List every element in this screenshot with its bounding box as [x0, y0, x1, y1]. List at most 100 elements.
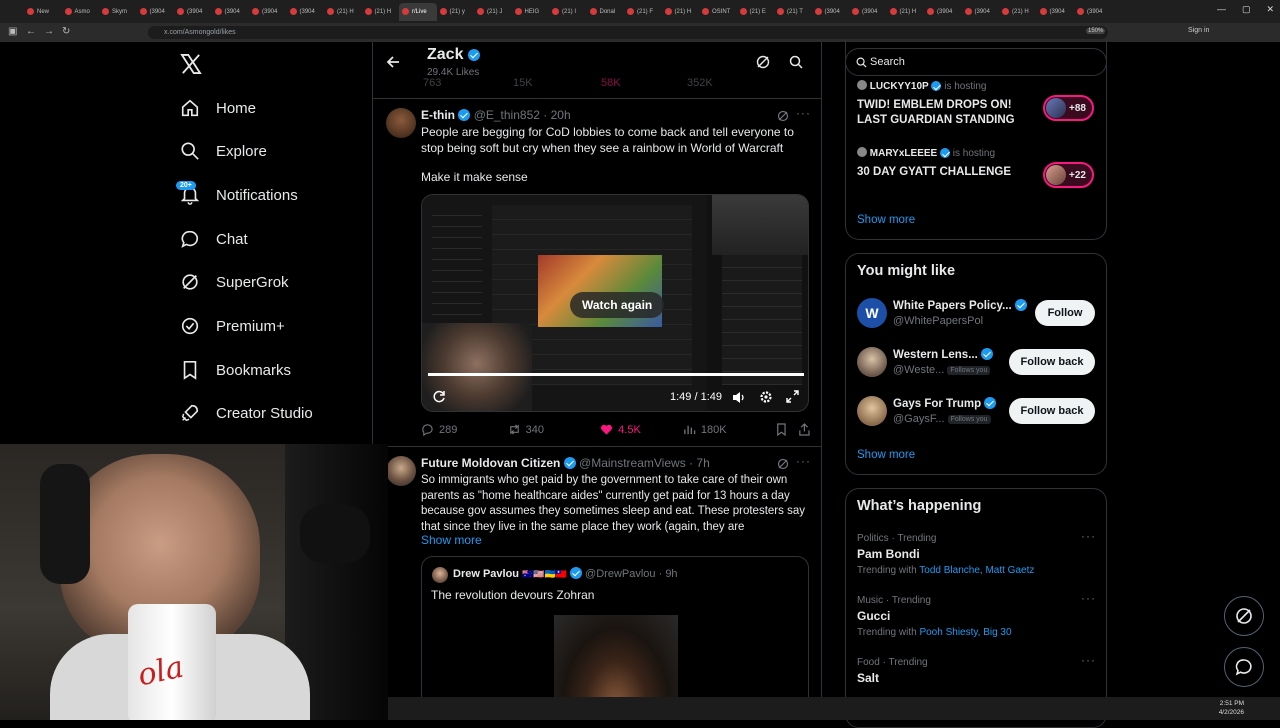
space-host[interactable]: MARYxLEEEE is hosting — [857, 147, 995, 159]
more-options-icon[interactable]: ··· — [796, 106, 811, 120]
space-title[interactable]: 30 DAY GYATT CHALLENGE — [857, 165, 1037, 180]
author-handle[interactable]: @E_thin852 — [474, 108, 540, 122]
repost-button[interactable]: 340 — [508, 423, 601, 436]
views-button[interactable]: 180K — [683, 423, 776, 436]
bookmark-icon[interactable] — [775, 423, 788, 436]
maximize-icon[interactable]: ▢ — [1242, 4, 1251, 15]
url-field[interactable]: x.com/Asmongold/likes — [148, 26, 1108, 39]
follow-back-button[interactable]: Follow back — [1009, 349, 1095, 375]
browser-tab[interactable]: r/Live — [399, 2, 437, 21]
browser-tab[interactable]: (3904 — [1074, 3, 1112, 21]
trend-item[interactable]: Food · Trending Salt — [857, 657, 1097, 685]
space-host[interactable]: LUCKYY10P is hosting — [857, 80, 987, 92]
browser-tab[interactable]: (21) H — [362, 3, 400, 21]
post-time[interactable]: 7h — [696, 456, 709, 470]
avatar[interactable] — [857, 396, 887, 426]
browser-tab[interactable]: (21) H — [324, 3, 362, 21]
browser-tab[interactable]: HEIG — [512, 3, 550, 21]
settings-gear-icon[interactable] — [759, 390, 773, 404]
fullscreen-icon[interactable] — [786, 390, 799, 403]
like-button[interactable]: 58K — [601, 77, 687, 89]
browser-tab[interactable]: (3904 — [962, 3, 1000, 21]
browser-tab[interactable]: OSINT — [699, 3, 737, 21]
browser-tab[interactable]: (21) E — [737, 3, 775, 21]
grok-icon[interactable] — [777, 458, 789, 470]
forward-icon[interactable]: → — [44, 26, 54, 37]
browser-tab[interactable]: (3904 — [174, 3, 212, 21]
quoted-post[interactable]: Drew Pavlou 🇦🇺🇺🇸🇺🇦🇹🇼 @DrewPavlou · 9h Th… — [421, 556, 809, 720]
video-player[interactable]: Watch again 1:49 / 1:49 — [421, 194, 809, 412]
nav-item-bookmarks[interactable]: Bookmarks — [180, 357, 291, 383]
suggested-account-name[interactable]: White Papers Policy... — [893, 299, 1027, 312]
watch-again-button[interactable]: Watch again — [570, 292, 665, 318]
author-name[interactable]: Drew Pavlou — [453, 568, 519, 580]
browser-tab[interactable]: (21) I — [549, 3, 587, 21]
follow-button[interactable]: Follow — [1035, 300, 1095, 326]
browser-tab[interactable]: (3904 — [249, 3, 287, 21]
browser-tab[interactable]: (21) H — [999, 3, 1037, 21]
avatar[interactable] — [386, 456, 416, 486]
avatar[interactable]: W — [857, 298, 887, 328]
browser-tab[interactable]: (21) H — [662, 3, 700, 21]
nav-item-chat[interactable]: Chat — [180, 226, 248, 252]
suggested-account-name[interactable]: Western Lens... — [893, 348, 993, 361]
sidebar-toggle-icon[interactable]: ▣ — [8, 26, 17, 37]
who-to-follow-show-more[interactable]: Show more — [857, 449, 915, 461]
browser-tab[interactable]: (3904 — [812, 3, 850, 21]
grok-fab-button[interactable] — [1224, 596, 1264, 636]
space-title[interactable]: TWID! EMBLEM DROPS ON! LAST GUARDIAN STA… — [857, 98, 1037, 128]
show-more-link[interactable]: Show more — [421, 533, 482, 547]
suggested-account-name[interactable]: Gays For Trump — [893, 397, 997, 410]
zoom-indicator[interactable]: 150% — [1086, 28, 1106, 34]
repost-button[interactable]: 15K — [513, 77, 601, 89]
browser-tab[interactable]: (3904 — [212, 3, 250, 21]
post-time[interactable]: 20h — [551, 108, 571, 122]
trend-more-icon[interactable]: ··· — [1081, 653, 1096, 667]
close-window-icon[interactable]: ✕ — [1266, 4, 1274, 15]
browser-tab[interactable]: Asmo — [62, 3, 100, 21]
browser-tab[interactable]: (3904 — [849, 3, 887, 21]
browser-tab[interactable]: (21) J — [474, 3, 512, 21]
reply-button[interactable]: 289 — [421, 423, 508, 436]
author-name[interactable]: Future Moldovan Citizen — [421, 456, 560, 470]
browser-tab[interactable]: (21) H — [887, 3, 925, 21]
browser-tab[interactable]: Donal — [587, 3, 625, 21]
reply-button[interactable]: 763 — [423, 77, 513, 89]
back-arrow-icon[interactable] — [386, 55, 400, 69]
browser-tab[interactable]: (3904 — [1037, 3, 1075, 21]
back-icon[interactable]: ← — [26, 26, 36, 37]
nav-item-premium[interactable]: Premium+ — [180, 313, 285, 339]
video-progress-bar[interactable] — [428, 373, 804, 376]
browser-tab[interactable]: New — [24, 3, 62, 21]
minimize-icon[interactable]: — — [1217, 4, 1226, 15]
browser-tab[interactable]: (3904 — [924, 3, 962, 21]
x-logo-icon[interactable] — [180, 54, 202, 74]
author-name[interactable]: E-thin — [421, 108, 455, 122]
trend-item[interactable]: Politics · Trending Pam Bondi Trending wi… — [857, 533, 1097, 576]
avatar[interactable] — [432, 567, 448, 583]
browser-tab[interactable]: Skym — [99, 3, 137, 21]
sign-in-button[interactable]: Sign in — [1188, 27, 1209, 34]
nav-item-notifications[interactable]: Notifications — [180, 182, 298, 208]
browser-tab[interactable]: (3904 — [137, 3, 175, 21]
browser-tab[interactable]: (21) F — [624, 3, 662, 21]
search-icon[interactable] — [789, 55, 803, 69]
nav-item-creator-studio[interactable]: Creator Studio — [180, 400, 313, 426]
trend-more-icon[interactable]: ··· — [1081, 591, 1096, 605]
more-options-icon[interactable]: ··· — [796, 454, 811, 468]
author-handle[interactable]: @MainstreamViews — [579, 456, 686, 470]
trend-more-icon[interactable]: ··· — [1081, 529, 1096, 543]
avatar[interactable] — [386, 108, 416, 138]
browser-tab[interactable]: (21) y — [437, 3, 475, 21]
spaces-show-more[interactable]: Show more — [857, 214, 915, 226]
browser-tab[interactable]: (21) T — [774, 3, 812, 21]
reload-icon[interactable]: ↻ — [62, 26, 70, 37]
browser-tab[interactable]: (3904 — [287, 3, 325, 21]
grok-icon[interactable] — [756, 55, 770, 69]
follow-back-button[interactable]: Follow back — [1009, 398, 1095, 424]
grok-icon[interactable] — [777, 110, 789, 122]
nav-item-explore[interactable]: Explore — [180, 138, 267, 164]
avatar[interactable] — [857, 347, 887, 377]
volume-icon[interactable] — [732, 391, 746, 404]
space-listeners-pill[interactable]: +22 — [1043, 162, 1094, 188]
